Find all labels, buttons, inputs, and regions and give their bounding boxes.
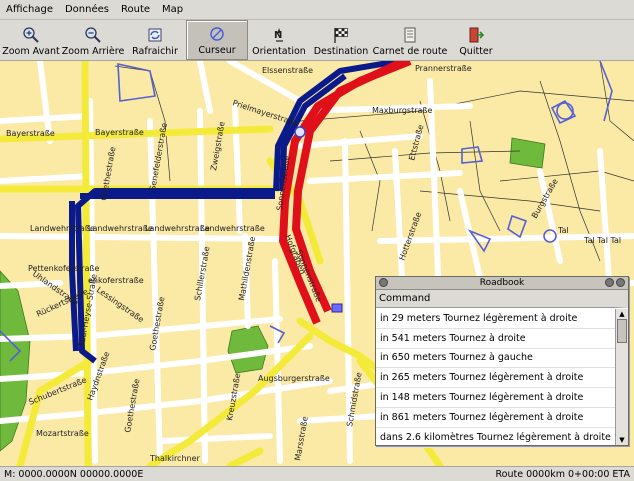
label-goethestrasse-2: Goethestraße	[148, 296, 166, 351]
menu-affichage[interactable]: Affichage	[0, 4, 59, 15]
cursor-label: Curseur	[198, 45, 236, 56]
label-marsstrasse: Marsstraße	[293, 416, 310, 462]
scroll-up-icon[interactable]: ▲	[616, 309, 628, 319]
roadbook-row[interactable]: in 29 meters Tournez légèrement à droite	[376, 309, 616, 329]
position-marker	[294, 126, 306, 138]
roadbook-scrollbar[interactable]: ▲ ▼	[615, 309, 628, 445]
label-mozartstrasse: Mozartstraße	[36, 429, 89, 438]
label-schillerstrasse: Schillerstraße	[193, 246, 211, 302]
refresh-button[interactable]: Rafraichir	[124, 20, 186, 60]
roadbook-row[interactable]: in 861 meters Tournez légèrement à droit…	[376, 408, 616, 428]
status-position: M: 0000.0000N 00000.0000E	[4, 468, 144, 480]
refresh-icon	[148, 28, 162, 42]
roadbook-row[interactable]: in 148 meters Tournez légèrement à droit…	[376, 388, 616, 408]
zoom-out-label: Zoom Arrière	[61, 46, 125, 57]
cursor-icon	[210, 27, 224, 41]
orientation-button[interactable]: N Orientation	[248, 20, 310, 60]
roadbook-button[interactable]: Carnet de route	[372, 20, 448, 60]
checkered-flag-icon	[334, 28, 348, 43]
quit-button[interactable]: Quitter	[448, 20, 504, 60]
label-bayerstrasse-1: Bayerstraße	[6, 129, 55, 138]
destination-button[interactable]: Destination	[310, 20, 372, 60]
label-prielmayerstrasse: Prielmayerstraße	[231, 98, 299, 128]
destination-label: Destination	[313, 46, 369, 57]
roadbook-window[interactable]: Roadbook Command in 29 meters Tournez lé…	[375, 276, 629, 448]
roadbook-titlebar[interactable]: Roadbook	[376, 277, 628, 290]
roadbook-row[interactable]: in 541 meters Tournez à droite	[376, 329, 616, 349]
cursor-button[interactable]: Curseur	[186, 20, 248, 60]
roadbook-column-header[interactable]: Command	[376, 290, 628, 308]
park-left	[0, 270, 31, 452]
status-bar: M: 0000.0000N 00000.0000E Route 0000km 0…	[0, 466, 634, 481]
roadbook-row[interactable]: in 265 meters Tournez légèrement à droit…	[376, 368, 616, 389]
scroll-thumb[interactable]	[617, 319, 627, 343]
toolbar: Zoom Avant Zoom Arrière Rafraichir Curse…	[0, 20, 634, 61]
label-augsburgerstrasse: Augsburgerstraße	[258, 374, 330, 383]
poi-circle-2	[556, 102, 574, 120]
roadbook-list: in 29 meters Tournez légèrement à droite…	[376, 309, 616, 448]
label-landwehrstrasse-2: Landwehrstraße	[88, 224, 153, 233]
menu-route[interactable]: Route	[115, 4, 156, 15]
orientation-label: Orientation	[252, 46, 306, 57]
label-thalkirchner: Thalkirchner	[149, 454, 201, 463]
exit-icon	[469, 27, 485, 43]
zoom-in-button[interactable]: Zoom Avant	[0, 20, 62, 60]
refresh-label: Rafraichir	[132, 46, 178, 57]
menu-map[interactable]: Map	[156, 4, 189, 15]
label-landwehrstrasse-1: Landwehrstraße	[30, 224, 95, 233]
label-landwehrstrasse-4: Landwehrstraße	[200, 224, 265, 233]
scroll-down-icon[interactable]: ▼	[616, 435, 628, 445]
roadbook-minimize-button[interactable]	[605, 278, 614, 287]
label-ettstrasse: Ettstraße	[407, 124, 425, 162]
menu-bar: Affichage Données Route Map	[0, 0, 634, 20]
zoom-out-icon	[85, 27, 101, 43]
destination-marker	[331, 303, 343, 313]
label-mathildenstrasse: Mathildenstraße	[237, 236, 257, 302]
zoom-in-label: Zoom Avant	[2, 46, 60, 57]
status-route: Route 0000km 0+00:00 ETA	[495, 468, 630, 480]
label-prannerstrasse: Prannerstraße	[415, 64, 472, 73]
roadbook-label: Carnet de route	[372, 46, 448, 57]
roadbook-row[interactable]: dans 2.6 kilomètres Tournez légèrement à…	[376, 428, 616, 448]
park-right	[509, 137, 546, 169]
roadbook-close-button[interactable]	[616, 278, 625, 287]
park-middle	[227, 325, 269, 374]
roadbook-row[interactable]: in 650 meters Tournez à gauche	[376, 349, 616, 369]
label-taltaltal: Tal Tal Tal	[583, 236, 621, 245]
roadbook-menu-button[interactable]	[379, 278, 388, 287]
zoom-in-icon	[23, 27, 39, 43]
label-elssenstrasse: Elssenstraße	[262, 66, 313, 75]
quit-label: Quitter	[459, 46, 493, 57]
roadbook-title: Roadbook	[479, 278, 525, 288]
label-lessingstrasse: Lessingstraße	[95, 285, 146, 324]
zoom-out-button[interactable]: Zoom Arrière	[62, 20, 124, 60]
label-tal: Tal	[557, 226, 569, 235]
label-maxburgstrasse: Maxburgstraße	[372, 106, 432, 115]
notebook-icon	[404, 27, 416, 43]
compass-icon: N	[274, 28, 283, 42]
menu-donnees[interactable]: Données	[59, 4, 115, 15]
label-bayerstrasse-2: Bayerstraße	[95, 128, 144, 137]
